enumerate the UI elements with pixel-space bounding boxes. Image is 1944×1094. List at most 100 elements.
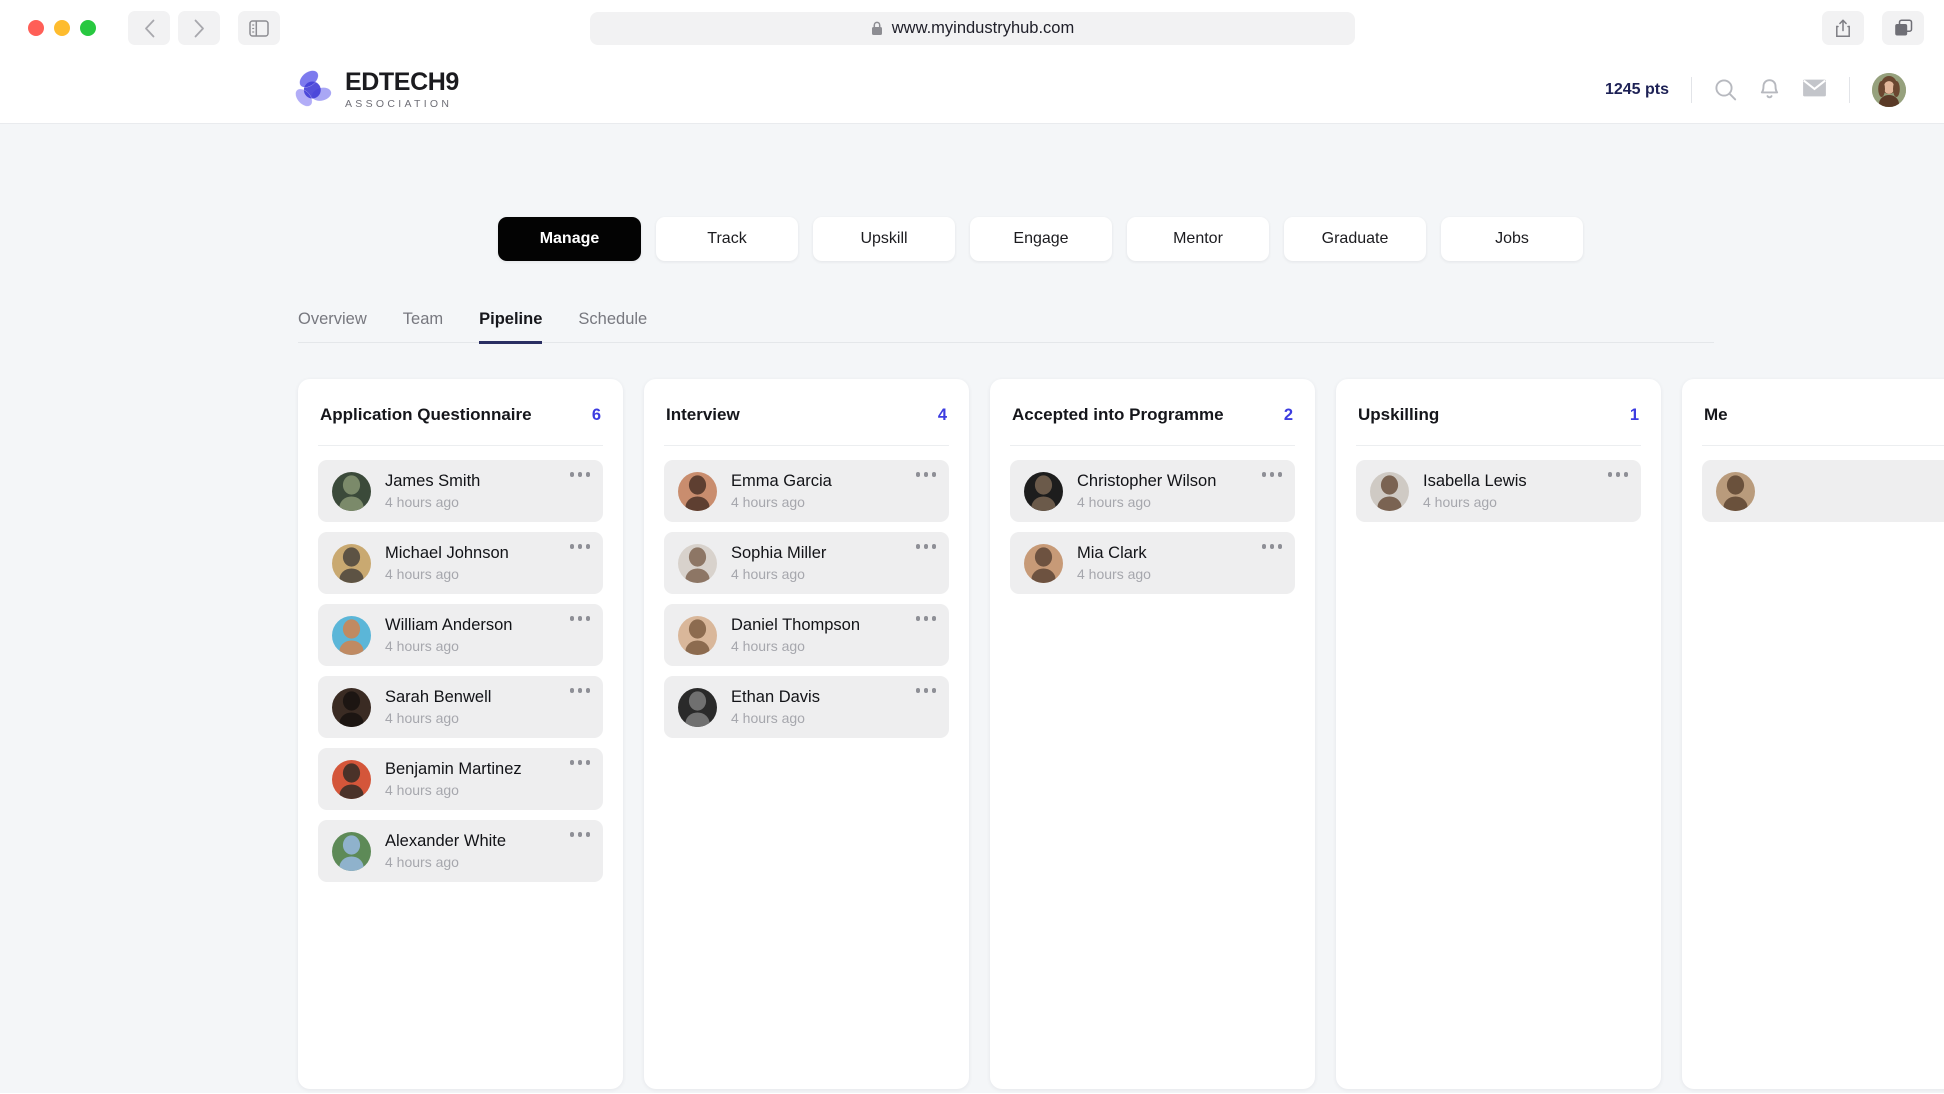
maximize-window-button[interactable] (80, 20, 96, 36)
candidate-timestamp: 4 hours ago (731, 566, 805, 582)
card-more-options-icon[interactable] (915, 544, 936, 549)
card-more-options-icon[interactable] (569, 688, 590, 693)
candidate-timestamp: 4 hours ago (1077, 494, 1151, 510)
main-navigation: Manage Track Upskill Engage Mentor Graduate Jo… (0, 124, 1944, 261)
card-more-options-icon[interactable] (915, 472, 936, 477)
candidate-card[interactable]: Sophia Miller 4 hours ago (664, 532, 949, 594)
candidate-name: Daniel Thompson (731, 616, 861, 634)
forward-button[interactable] (178, 11, 220, 45)
column-divider (1356, 445, 1641, 446)
candidate-card[interactable]: Isabella Lewis 4 hours ago (1356, 460, 1641, 522)
candidate-timestamp: 4 hours ago (731, 710, 805, 726)
candidate-card[interactable]: Sarah Benwell 4 hours ago (318, 676, 603, 738)
browser-navigation (128, 11, 220, 45)
candidate-name: Alexander White (385, 832, 507, 850)
candidate-name: Mia Clark (1077, 544, 1147, 562)
candidate-card[interactable]: Daniel Thompson 4 hours ago (664, 604, 949, 666)
tab-schedule[interactable]: Schedule (578, 310, 647, 344)
candidate-avatar (332, 615, 371, 655)
minimize-window-button[interactable] (54, 20, 70, 36)
nav-pill-engage[interactable]: Engage (970, 217, 1112, 261)
card-more-options-icon[interactable] (915, 616, 936, 621)
tab-pipeline[interactable]: Pipeline (479, 310, 543, 344)
candidate-info: Benjamin Martinez 4 hours ago (385, 760, 522, 798)
mail-icon[interactable] (1802, 78, 1827, 101)
address-bar[interactable]: www.myindustryhub.com (590, 11, 1355, 45)
card-more-options-icon[interactable] (1261, 544, 1282, 549)
site-header: EDTECH9 ASSOCIATION 1245 pts (0, 56, 1944, 124)
sidebar-toggle-icon (249, 19, 269, 37)
card-list: Christopher Wilson 4 hours ago Mia Clark 4 … (1010, 460, 1295, 594)
candidate-card[interactable]: William Anderson 4 hours ago (318, 604, 603, 666)
card-more-options-icon[interactable] (569, 472, 590, 477)
card-list: Emma Garcia 4 hours ago Sophia Miller 4 hou… (664, 460, 949, 738)
tab-overview[interactable]: Overview (298, 310, 367, 344)
pipeline-column: Accepted into Programme 2 Christopher Wils… (990, 379, 1315, 1089)
card-more-options-icon[interactable] (569, 616, 590, 621)
candidate-card[interactable]: Emma Garcia 4 hours ago (664, 460, 949, 522)
candidate-card[interactable] (1702, 460, 1944, 522)
candidate-name: Christopher Wilson (1077, 472, 1217, 490)
candidate-name: Isabella Lewis (1423, 472, 1527, 490)
candidate-name: William Anderson (385, 616, 513, 634)
nav-pill-upskill[interactable]: Upskill (813, 217, 955, 261)
candidate-card[interactable]: Michael Johnson 4 hours ago (318, 532, 603, 594)
candidate-timestamp: 4 hours ago (385, 854, 459, 870)
bell-icon[interactable] (1759, 78, 1780, 101)
card-more-options-icon[interactable] (569, 544, 590, 549)
nav-pill-jobs[interactable]: Jobs (1441, 217, 1583, 261)
sidebar-toggle-button[interactable] (238, 11, 280, 45)
header-right-actions: 1245 pts (1605, 72, 1906, 107)
share-button[interactable] (1822, 11, 1864, 45)
nav-pill-mentor[interactable]: Mentor (1127, 217, 1269, 261)
candidate-card[interactable]: Ethan Davis 4 hours ago (664, 676, 949, 738)
candidate-card[interactable]: Christopher Wilson 4 hours ago (1010, 460, 1295, 522)
candidate-avatar (678, 543, 717, 583)
tab-team[interactable]: Team (403, 310, 443, 344)
candidate-timestamp: 4 hours ago (731, 494, 805, 510)
card-more-options-icon[interactable] (569, 760, 590, 765)
nav-pill-label: Engage (1013, 230, 1069, 247)
candidate-avatar (1716, 471, 1755, 511)
chevron-left-icon (144, 19, 154, 37)
nav-pill-manage[interactable]: Manage (498, 217, 641, 261)
candidate-name: James Smith (385, 472, 481, 490)
edtech9-logo-mark (295, 69, 332, 106)
candidate-name: Michael Johnson (385, 544, 509, 562)
page-body: Manage Track Upskill Engage Mentor Graduate Jo… (0, 124, 1944, 1093)
column-header: Me (1702, 405, 1944, 425)
card-more-options-icon[interactable] (1607, 472, 1628, 477)
candidate-avatar (332, 759, 371, 799)
candidate-timestamp: 4 hours ago (385, 566, 459, 582)
lock-icon (871, 21, 883, 36)
candidate-timestamp: 4 hours ago (1423, 494, 1497, 510)
tabs-overview-button[interactable] (1882, 11, 1924, 45)
candidate-card[interactable]: Mia Clark 4 hours ago (1010, 532, 1295, 594)
column-count: 1 (1629, 405, 1639, 424)
header-icon-group (1692, 78, 1849, 101)
user-menu[interactable] (1850, 72, 1906, 107)
close-window-button[interactable] (28, 20, 44, 36)
column-count: 6 (591, 405, 601, 424)
candidate-avatar (332, 543, 371, 583)
column-count: 4 (937, 405, 947, 424)
nav-pill-track[interactable]: Track (656, 217, 798, 261)
candidate-name: Sophia Miller (731, 544, 827, 562)
pipeline-column: Interview 4 Emma Garcia 4 hours ago Sophia M… (644, 379, 969, 1089)
card-more-options-icon[interactable] (915, 688, 936, 693)
candidate-card[interactable]: Benjamin Martinez 4 hours ago (318, 748, 603, 810)
candidate-avatar (1024, 471, 1063, 511)
candidate-info: Ethan Davis 4 hours ago (731, 688, 820, 726)
column-header: Upskilling 1 (1356, 405, 1641, 425)
back-button[interactable] (128, 11, 170, 45)
card-more-options-icon[interactable] (1261, 472, 1282, 477)
search-icon[interactable] (1714, 78, 1737, 101)
candidate-card[interactable]: Alexander White 4 hours ago (318, 820, 603, 882)
site-logo[interactable]: EDTECH9 ASSOCIATION (292, 67, 459, 113)
candidate-info: Emma Garcia 4 hours ago (731, 472, 832, 510)
candidate-card[interactable]: James Smith 4 hours ago (318, 460, 603, 522)
column-title: Application Questionnaire (320, 405, 532, 424)
card-more-options-icon[interactable] (569, 832, 590, 837)
candidate-name: Ethan Davis (731, 688, 820, 706)
nav-pill-graduate[interactable]: Graduate (1284, 217, 1426, 261)
